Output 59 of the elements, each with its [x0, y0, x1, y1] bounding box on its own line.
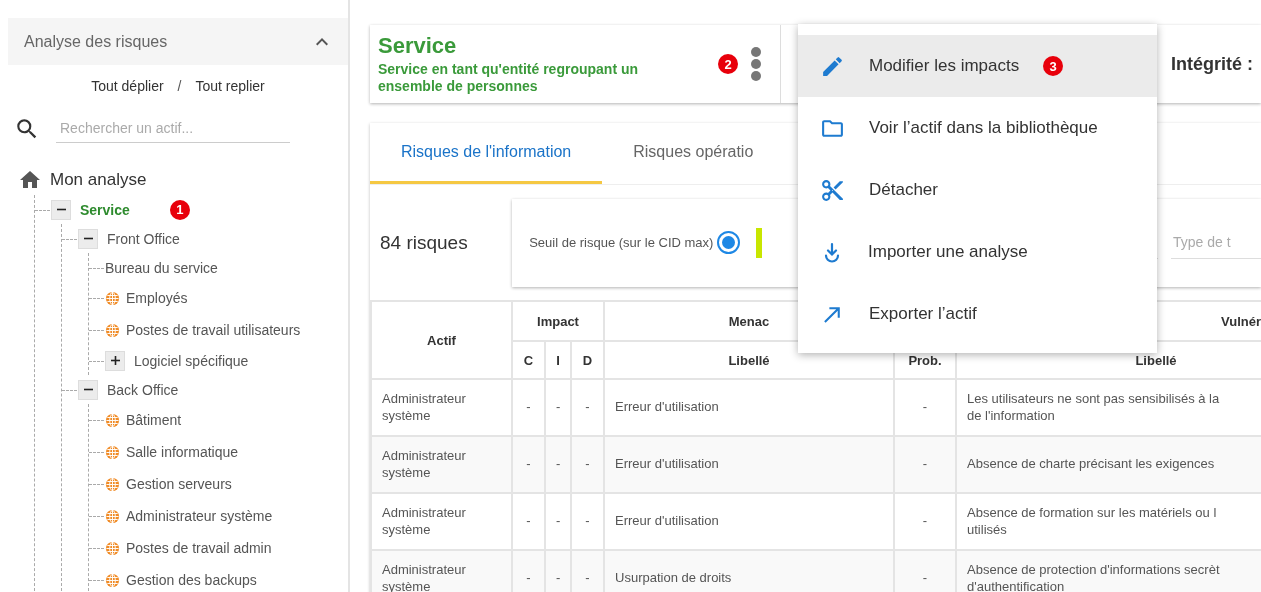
menu-item-label: Détacher — [869, 180, 938, 200]
collapse-toggle[interactable] — [78, 228, 98, 249]
step-badge: 1 — [169, 199, 190, 220]
globe-icon — [105, 290, 120, 306]
more-vertical-icon — [750, 46, 762, 82]
tree-item[interactable]: Postes de travail utilisateurs — [126, 322, 301, 338]
tab[interactable]: Risques opératio — [602, 123, 785, 184]
menu-item[interactable]: Importer une analyse — [798, 221, 1157, 283]
column-header: Actif — [371, 301, 512, 379]
step-badge: 2 — [718, 54, 738, 74]
asset-title: Service — [378, 33, 458, 60]
globe-icon — [105, 322, 120, 338]
menu-item[interactable]: Exporter l’actif — [798, 283, 1157, 345]
menu-item-label: Voir l’actif dans la bibliothèque — [869, 118, 1098, 138]
menu-item-label: Modifier les impacts — [869, 56, 1020, 76]
tree-item[interactable]: Salle informatique — [126, 444, 239, 460]
menu-item-label: Importer une analyse — [868, 242, 1028, 262]
separator-text: / — [177, 78, 182, 94]
plus-icon — [110, 356, 120, 365]
section-header[interactable]: Analyse des risques — [8, 18, 348, 65]
tree-item[interactable]: Bâtiment — [126, 412, 182, 428]
tree-item[interactable]: Service — [80, 201, 130, 218]
globe-icon — [105, 476, 120, 492]
tree-item[interactable]: Employés — [126, 290, 188, 306]
collapse-all-link[interactable]: Tout replier — [195, 78, 265, 94]
tree-item[interactable]: Back Office — [107, 381, 179, 398]
tree-item[interactable]: Bureau du service — [105, 259, 218, 276]
tree-item[interactable]: Gestion des backups — [126, 572, 257, 588]
scissors-icon — [820, 177, 845, 203]
tree-item[interactable]: Administrateur système — [126, 508, 273, 524]
expand-toggle[interactable] — [105, 350, 125, 371]
globe-icon — [105, 412, 120, 428]
threshold-label: Seuil de risque (sur le CID max) — [529, 235, 714, 250]
globe-icon — [105, 540, 120, 556]
type-field[interactable]: Type de t — [1171, 226, 1261, 259]
asset-description: Service en tant qu'entité regroupant un ensemble de personnes — [378, 61, 640, 95]
globe-icon — [105, 572, 120, 588]
risk-count: 84 risques — [379, 231, 469, 254]
tree-item[interactable]: Gestion serveurs — [126, 476, 232, 492]
globe-icon — [105, 508, 120, 524]
globe-icon — [105, 444, 120, 460]
tree-item[interactable]: Logiciel spécifique — [134, 352, 249, 369]
menu-item[interactable]: Voir l’actif dans la bibliothèque — [798, 97, 1157, 159]
integrity-label: Intégrité : — [1171, 53, 1253, 75]
threshold-color-bar — [756, 227, 763, 258]
section-title: Analyse des risques — [24, 32, 168, 51]
collapse-toggle[interactable] — [51, 199, 71, 220]
menu-item[interactable]: Modifier les impacts 3 — [798, 35, 1157, 97]
more-options-button[interactable] — [750, 46, 762, 82]
radio-button[interactable] — [717, 231, 741, 254]
tree-root[interactable]: Mon analyse — [50, 170, 147, 190]
menu-item[interactable]: Détacher — [798, 159, 1157, 221]
collapse-toggle[interactable] — [78, 379, 98, 400]
column-header: Impact — [512, 301, 604, 341]
tab[interactable]: Risques de l'information — [370, 123, 603, 184]
step-badge: 3 — [1043, 56, 1064, 76]
tree-item[interactable]: Front Office — [107, 230, 180, 247]
expand-all-link[interactable]: Tout déplier — [91, 78, 164, 94]
tree-item[interactable]: Postes de travail admin — [126, 540, 272, 556]
